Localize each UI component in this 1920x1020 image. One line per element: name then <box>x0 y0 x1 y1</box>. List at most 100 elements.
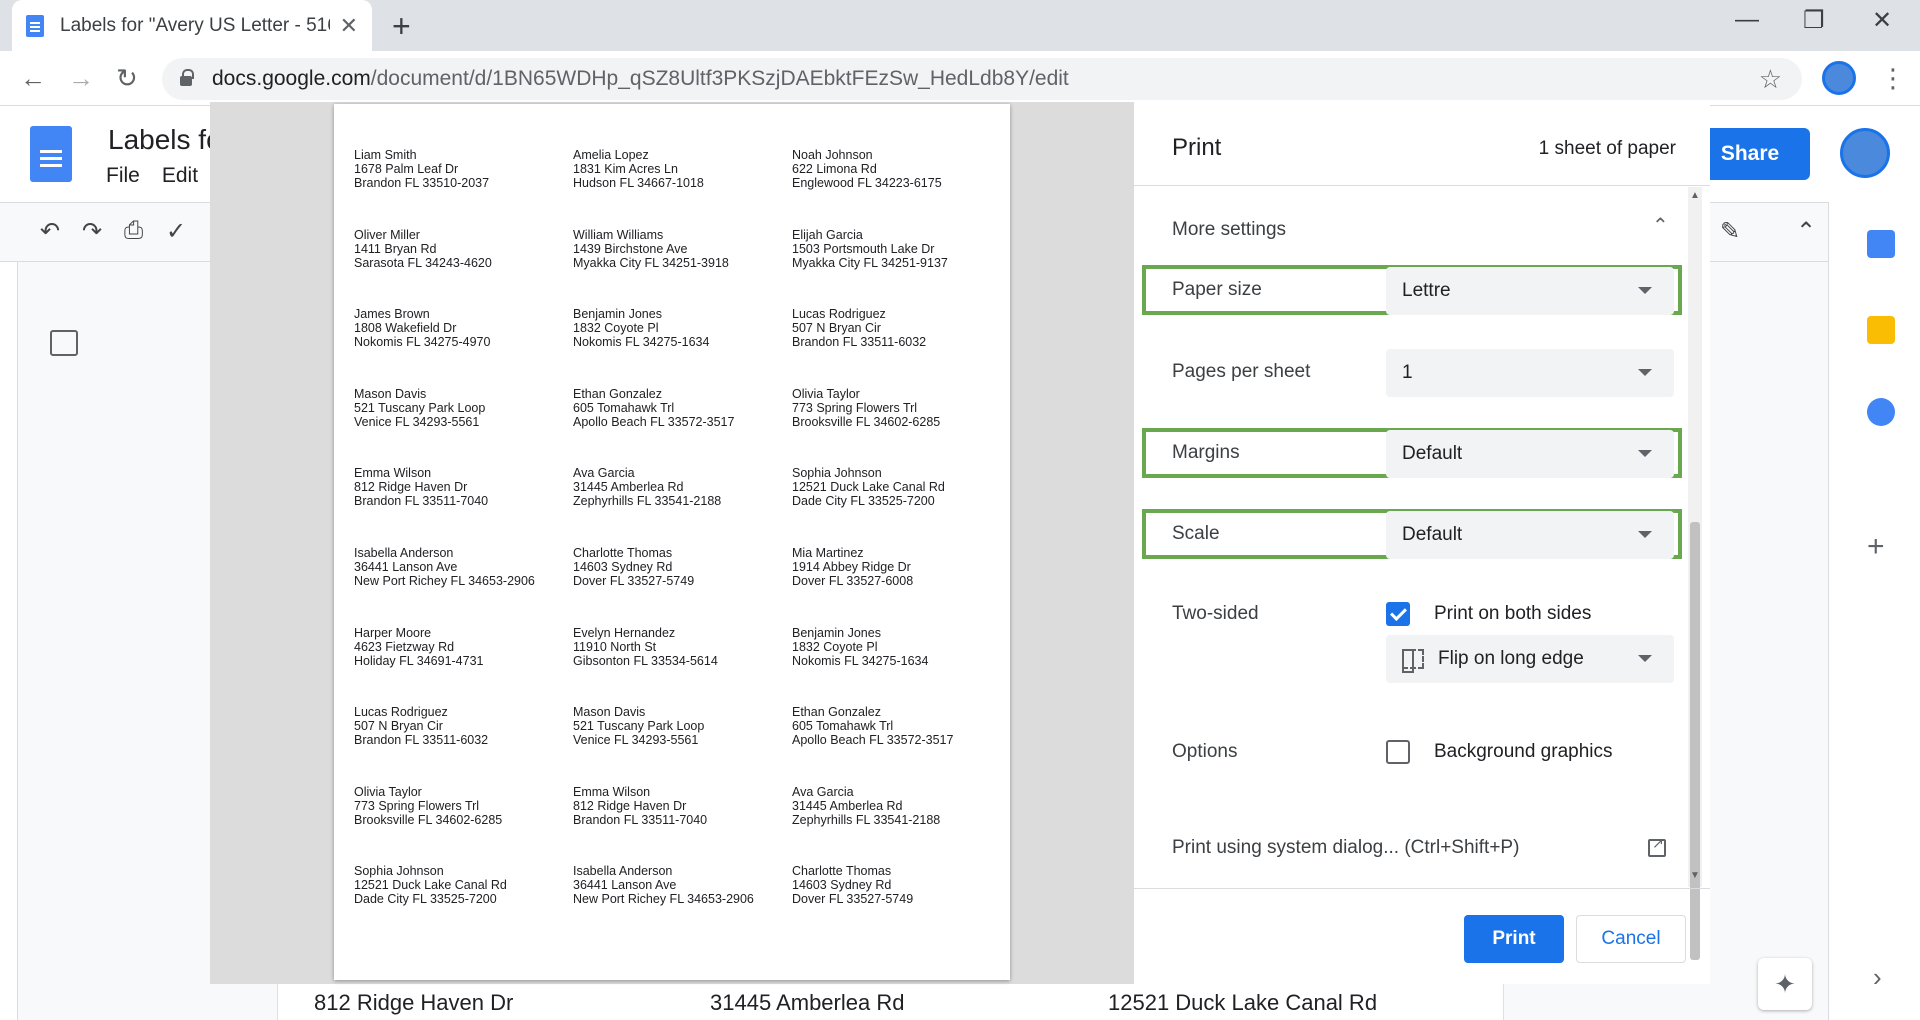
dropdown-arrow-icon <box>1638 655 1652 662</box>
address-label: Ethan Gonzalez 605 Tomahawk Trl Apollo Bea… <box>573 387 792 467</box>
reload-icon[interactable]: ↻ <box>116 63 138 94</box>
address-label: Isabella Anderson 36441 Lanson Ave New Por… <box>354 546 573 626</box>
address-label: Lucas Rodriguez 507 N Bryan Cir Brandon FL… <box>354 705 573 785</box>
label-street: 773 Spring Flowers Trl <box>354 798 480 813</box>
print-both-sides-label[interactable]: Print on both sides <box>1434 603 1591 625</box>
bookmark-star-icon[interactable]: ☆ <box>1759 64 1782 95</box>
docs-logo-icon[interactable] <box>30 126 72 182</box>
more-settings-toggle[interactable]: More settings <box>1172 219 1286 241</box>
scroll-up-icon[interactable]: ▲ <box>1690 190 1700 201</box>
label-name: Elijah Garcia <box>792 227 863 242</box>
label-street: 1831 Kim Acres Ln <box>573 162 678 176</box>
document-title[interactable]: Labels fo <box>108 124 222 156</box>
scale-select[interactable]: Default <box>1386 511 1674 559</box>
dropdown-arrow-icon <box>1638 287 1652 294</box>
label-street: 773 Spring Flowers Trl <box>792 400 918 415</box>
address-label: Mia Martinez 1914 Abbey Ridge Dr Dover FL … <box>792 546 992 626</box>
forward-icon[interactable]: → <box>68 63 94 94</box>
two-sided-label: Two-sided <box>1172 603 1259 624</box>
address-label: Olivia Taylor 773 Spring Flowers Trl Brook… <box>354 785 573 865</box>
redo-icon[interactable]: ↷ <box>82 217 102 246</box>
address-label: Ava Garcia 31445 Amberlea Rd Zephyrhills F… <box>573 466 792 546</box>
tab-title: Labels for "Avery US Letter - 5160 <box>60 14 330 36</box>
print-title: Print <box>1172 134 1222 161</box>
explore-icon[interactable]: ✦ <box>1758 958 1812 1010</box>
label-street: 605 Tomahawk Trl <box>792 719 894 734</box>
add-addon-icon[interactable]: + <box>1867 530 1885 564</box>
label-city: Myakka City FL 34251-9137 <box>792 255 948 270</box>
vertical-ruler <box>0 262 18 1020</box>
label-city: Englewood FL 34223-6175 <box>792 176 942 190</box>
label-name: Olivia Taylor <box>354 784 422 799</box>
flip-edge-select[interactable]: Flip on long edge <box>1386 635 1674 683</box>
label-city: Hudson FL 34667-1018 <box>573 176 704 190</box>
address-label: Oliver Miller 1411 Bryan Rd Sarasota FL 34… <box>354 228 573 308</box>
minimize-icon[interactable]: — <box>1735 6 1759 34</box>
address-label: Harper Moore 4623 Fietzway Rd Holiday FL 3… <box>354 626 573 706</box>
pages-per-sheet-value: 1 <box>1402 362 1413 383</box>
tab-close-icon[interactable]: ✕ <box>340 13 358 39</box>
profile-avatar[interactable] <box>1822 61 1856 95</box>
label-street: 4623 Fietzway Rd <box>354 639 455 654</box>
print-both-sides-checkbox[interactable] <box>1386 602 1410 626</box>
label-street: 31445 Amberlea Rd <box>573 480 684 495</box>
label-name: Sophia Johnson <box>354 864 444 879</box>
address-label: Charlotte Thomas 14603 Sydney Rd Dover FL … <box>573 546 792 626</box>
chevron-up-icon[interactable]: ⌃ <box>1652 213 1669 238</box>
background-graphics-label[interactable]: Background graphics <box>1434 741 1613 763</box>
label-street: 1439 Birchstone Ave <box>573 241 688 256</box>
label-street: 14603 Sydney Rd <box>792 878 892 893</box>
label-name: Oliver Miller <box>354 227 420 242</box>
address-label: Mason Davis 521 Tuscany Park Loop Venice F… <box>573 705 792 785</box>
keep-icon[interactable] <box>1867 316 1895 344</box>
system-dialog-link[interactable]: Print using system dialog... (Ctrl+Shift… <box>1172 837 1519 859</box>
label-city: Gibsonton FL 33534-5614 <box>573 653 718 668</box>
url-field[interactable]: docs.google.com/document/d/1BN65WDHp_qSZ… <box>162 58 1802 100</box>
scroll-down-icon[interactable]: ▼ <box>1690 870 1700 881</box>
label-name: Sophia Johnson <box>792 466 882 481</box>
label-street: 812 Ridge Haven Dr <box>573 798 687 813</box>
document-outline-icon[interactable] <box>50 330 78 356</box>
address-label: Elijah Garcia 1503 Portsmouth Lake Dr Myak… <box>792 228 992 308</box>
paper-size-select[interactable]: Lettre <box>1386 267 1674 315</box>
collapse-toolbar-icon[interactable]: ⌃ <box>1796 217 1816 246</box>
google-docs-icon <box>26 14 44 37</box>
tasks-icon[interactable] <box>1867 398 1895 426</box>
address-label: Ava Garcia 31445 Amberlea Rd Zephyrhills F… <box>792 785 992 865</box>
back-icon[interactable]: ← <box>20 63 46 94</box>
label-street: 36441 Lanson Ave <box>354 559 458 574</box>
browser-tab[interactable]: Labels for "Avery US Letter - 5160 ✕ <box>12 0 372 51</box>
undo-icon[interactable]: ↶ <box>40 217 60 246</box>
label-city: Brooksville FL 34602-6285 <box>792 414 941 429</box>
label-street: 605 Tomahawk Trl <box>573 400 675 415</box>
menu-edit[interactable]: Edit <box>162 164 198 188</box>
label-street: 11910 North St <box>573 639 657 654</box>
expand-panel-icon[interactable]: › <box>1873 962 1882 993</box>
editing-mode-icon[interactable]: ✎ <box>1720 217 1740 246</box>
address-label: James Brown 1808 Wakefield Dr Nokomis FL 3… <box>354 307 573 387</box>
cancel-button[interactable]: Cancel <box>1576 915 1686 963</box>
label-city: Brandon FL 33511-6032 <box>354 733 489 748</box>
url-path: /document/d/1BN65WDHp_qSZ8Ultf3PKSzjDAEb… <box>370 67 1069 90</box>
open-external-icon[interactable] <box>1648 835 1666 857</box>
browser-menu-icon[interactable]: ⋮ <box>1880 63 1906 94</box>
bg-label-street: 31445 Amberlea Rd <box>710 990 905 1015</box>
new-tab-icon[interactable]: + <box>392 8 411 45</box>
spellcheck-icon[interactable]: ✓ <box>166 217 186 246</box>
label-street: 1411 Bryan Rd <box>354 241 437 256</box>
pages-per-sheet-select[interactable]: 1 <box>1386 349 1674 397</box>
calendar-icon[interactable] <box>1867 230 1895 258</box>
account-avatar[interactable] <box>1840 128 1890 178</box>
print-button[interactable]: Print <box>1464 915 1564 963</box>
menu-file[interactable]: File <box>106 164 140 188</box>
background-graphics-checkbox[interactable] <box>1386 740 1410 764</box>
address-label: Evelyn Hernandez 11910 North St Gibsonton … <box>573 626 792 706</box>
label-name: Amelia Lopez <box>573 148 649 162</box>
print-icon[interactable]: ⎙ <box>124 217 143 245</box>
window-close-icon[interactable]: ✕ <box>1872 6 1892 35</box>
flip-edge-icon <box>1402 649 1424 673</box>
label-city: Dover FL 33527-5749 <box>792 892 914 907</box>
margins-select[interactable]: Default <box>1386 430 1674 478</box>
restore-icon[interactable]: ❐ <box>1803 6 1825 35</box>
address-label: Amelia Lopez 1831 Kim Acres Ln Hudson FL 3… <box>573 148 792 228</box>
